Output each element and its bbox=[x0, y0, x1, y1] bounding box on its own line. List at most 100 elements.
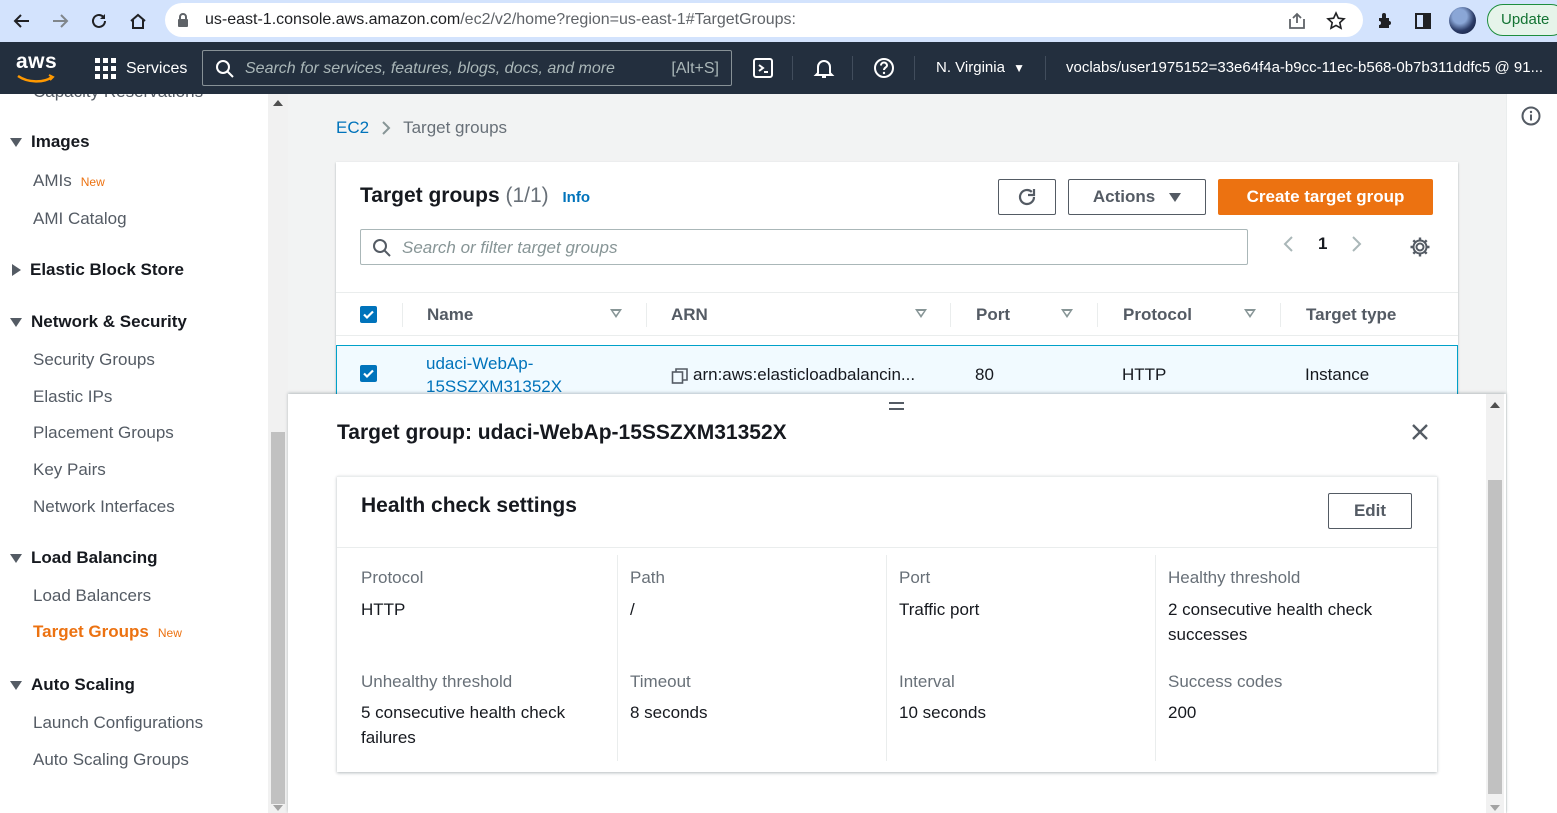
forward-icon[interactable] bbox=[46, 7, 74, 35]
copy-icon[interactable] bbox=[671, 367, 689, 390]
new-badge: New bbox=[80, 175, 105, 189]
region-label: N. Virginia bbox=[936, 59, 1005, 76]
split-panel-scrollbar[interactable] bbox=[1486, 394, 1504, 813]
region-selector[interactable]: N. Virginia ▼ bbox=[936, 59, 1025, 76]
scroll-up-icon[interactable] bbox=[1490, 402, 1500, 408]
caret-down-icon bbox=[10, 137, 22, 147]
column-header-port[interactable]: Port bbox=[976, 293, 1010, 337]
gear-icon[interactable] bbox=[1409, 236, 1431, 263]
help-icon[interactable] bbox=[872, 56, 896, 80]
sort-icon[interactable] bbox=[610, 309, 622, 318]
column-divider bbox=[1155, 555, 1156, 761]
sidebar-section-images[interactable]: Images bbox=[10, 132, 90, 152]
sort-icon[interactable] bbox=[1061, 309, 1073, 318]
column-header-arn[interactable]: ARN bbox=[671, 293, 708, 337]
aws-logo[interactable]: aws bbox=[16, 51, 57, 89]
browser-toolbar: us-east-1.console.aws.amazon.com/ec2/v2/… bbox=[0, 0, 1557, 42]
select-all-checkbox[interactable] bbox=[360, 306, 377, 323]
scroll-up-icon[interactable] bbox=[273, 100, 283, 106]
info-link[interactable]: Info bbox=[563, 189, 591, 206]
back-icon[interactable] bbox=[8, 7, 36, 35]
column-divider bbox=[402, 303, 403, 327]
sidebar-item-ami-catalog[interactable]: AMI Catalog bbox=[33, 209, 127, 229]
sort-icon[interactable] bbox=[1244, 309, 1256, 318]
scroll-down-icon[interactable] bbox=[273, 805, 283, 811]
chevron-right-icon[interactable] bbox=[1351, 235, 1363, 253]
aws-console-header: aws Services Search for services, featur… bbox=[0, 42, 1557, 94]
checkmark-icon bbox=[363, 369, 374, 379]
sidebar-section-load-balancing[interactable]: Load Balancing bbox=[10, 548, 158, 568]
caret-down-icon bbox=[1169, 192, 1182, 202]
sidebar-item-capacity-reservations[interactable]: Capacity Reservations bbox=[33, 94, 203, 102]
sidebar-item-load-balancers[interactable]: Load Balancers bbox=[33, 586, 151, 606]
services-menu[interactable]: Services bbox=[95, 58, 187, 79]
row-checkbox[interactable] bbox=[360, 365, 377, 382]
filter-input[interactable]: Search or filter target groups bbox=[360, 229, 1248, 265]
extensions-icon[interactable] bbox=[1372, 8, 1398, 34]
sidebar-item-amis[interactable]: AMIs New bbox=[33, 171, 105, 191]
column-header-name[interactable]: Name bbox=[427, 293, 473, 337]
split-panel: Target group: udaci-WebAp-15SSZXM31352X … bbox=[288, 394, 1506, 813]
url-text: us-east-1.console.aws.amazon.com/ec2/v2/… bbox=[205, 11, 796, 28]
cloudshell-icon[interactable] bbox=[751, 56, 775, 80]
refresh-button[interactable] bbox=[998, 179, 1056, 215]
edit-button[interactable]: Edit bbox=[1328, 493, 1412, 529]
arn-cell: arn:aws:elasticloadbalancin... bbox=[693, 365, 916, 384]
reload-icon[interactable] bbox=[85, 7, 113, 35]
home-icon[interactable] bbox=[124, 7, 152, 35]
sidebar-section-auto-scaling[interactable]: Auto Scaling bbox=[10, 675, 135, 695]
sidebar-item-placement-groups[interactable]: Placement Groups bbox=[33, 423, 174, 443]
sort-icon[interactable] bbox=[915, 309, 927, 318]
account-menu[interactable]: voclabs/user1975152=33e64f4a-b9cc-11ec-b… bbox=[1066, 59, 1543, 76]
interval-value: 10 seconds bbox=[899, 703, 986, 722]
address-bar[interactable]: us-east-1.console.aws.amazon.com/ec2/v2/… bbox=[165, 3, 1363, 37]
page-number[interactable]: 1 bbox=[1318, 234, 1327, 254]
caret-down-icon bbox=[10, 680, 22, 690]
card-title: Health check settings bbox=[361, 494, 577, 517]
column-header-protocol[interactable]: Protocol bbox=[1123, 293, 1192, 337]
sidebar-section-elastic-block-store[interactable]: Elastic Block Store bbox=[10, 260, 184, 280]
search-icon bbox=[372, 238, 392, 263]
page-title: Target groups (1/1) Info bbox=[360, 184, 590, 208]
section-title: Images bbox=[31, 132, 90, 151]
path-value: / bbox=[630, 600, 635, 619]
info-icon[interactable] bbox=[1521, 106, 1541, 131]
sidebar-item-network-interfaces[interactable]: Network Interfaces bbox=[33, 497, 175, 517]
update-button[interactable]: Update bbox=[1487, 4, 1557, 36]
side-panel-icon[interactable] bbox=[1410, 8, 1436, 34]
notifications-bell-icon[interactable] bbox=[812, 56, 836, 80]
actions-button[interactable]: Actions bbox=[1068, 179, 1206, 215]
table-row[interactable]: udaci-WebAp- 15SSZXM31352X arn:aws:elast… bbox=[336, 345, 1458, 394]
scrollbar-thumb[interactable] bbox=[1488, 480, 1502, 794]
close-icon[interactable] bbox=[1410, 422, 1430, 447]
sidebar-item-launch-configurations[interactable]: Launch Configurations bbox=[33, 713, 203, 733]
column-divider bbox=[950, 303, 951, 327]
breadcrumb-ec2[interactable]: EC2 bbox=[336, 118, 369, 138]
refresh-icon bbox=[1018, 188, 1036, 206]
sidebar-scrollbar[interactable] bbox=[268, 94, 288, 813]
global-search-input[interactable]: Search for services, features, blogs, do… bbox=[202, 50, 732, 86]
column-header-target-type[interactable]: Target type bbox=[1306, 293, 1396, 337]
search-placeholder: Search for services, features, blogs, do… bbox=[245, 60, 615, 77]
scrollbar-thumb[interactable] bbox=[271, 432, 285, 804]
name-line: udaci-WebAp- bbox=[426, 354, 534, 373]
create-target-group-button[interactable]: Create target group bbox=[1218, 179, 1433, 215]
profile-avatar[interactable] bbox=[1449, 7, 1476, 34]
resize-handle[interactable] bbox=[889, 402, 904, 414]
scroll-down-icon[interactable] bbox=[1490, 805, 1500, 811]
sidebar-item-target-groups[interactable]: Target Groups New bbox=[33, 622, 182, 642]
sidebar-item-key-pairs[interactable]: Key Pairs bbox=[33, 460, 106, 480]
sidebar-section-network-security[interactable]: Network & Security bbox=[10, 312, 187, 332]
target-type-cell: Instance bbox=[1305, 365, 1370, 384]
chevron-left-icon[interactable] bbox=[1282, 235, 1294, 253]
aws-smile-icon bbox=[17, 74, 55, 83]
sidebar-item-auto-scaling-groups[interactable]: Auto Scaling Groups bbox=[33, 750, 189, 770]
section-title: Auto Scaling bbox=[31, 675, 135, 694]
share-icon[interactable] bbox=[1286, 10, 1308, 32]
caret-down-icon bbox=[10, 553, 22, 563]
selection-count: (1/1) bbox=[505, 184, 549, 207]
bookmark-star-icon[interactable] bbox=[1325, 10, 1347, 32]
sidebar-item-elastic-ips[interactable]: Elastic IPs bbox=[33, 387, 112, 407]
sidebar-item-security-groups[interactable]: Security Groups bbox=[33, 350, 155, 370]
target-group-name-link[interactable]: udaci-WebAp- 15SSZXM31352X bbox=[426, 352, 562, 394]
